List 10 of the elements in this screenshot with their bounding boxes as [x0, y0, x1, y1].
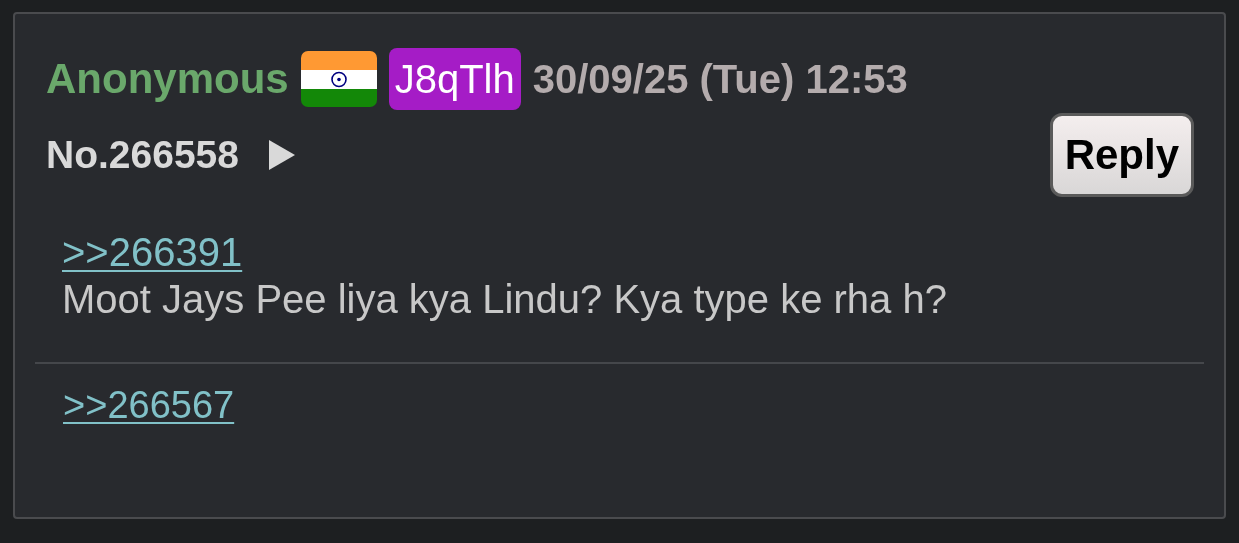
- post-date: 30/09/25 (Tue) 12:53: [532, 56, 908, 102]
- poster-name: Anonymous: [46, 55, 289, 103]
- quote-link[interactable]: >>266391: [62, 230, 243, 275]
- flag-icon: [300, 51, 377, 107]
- post-number[interactable]: No.266558: [46, 133, 239, 177]
- post-comment: Moot Jays Pee liya kya Lindu? Kya type ke rha h?: [62, 277, 947, 322]
- poster-id[interactable]: J8qTlh: [388, 48, 521, 110]
- reply-button[interactable]: Reply: [1049, 113, 1194, 197]
- backlink[interactable]: >>266567: [63, 384, 235, 427]
- triangle-icon[interactable]: [268, 140, 295, 170]
